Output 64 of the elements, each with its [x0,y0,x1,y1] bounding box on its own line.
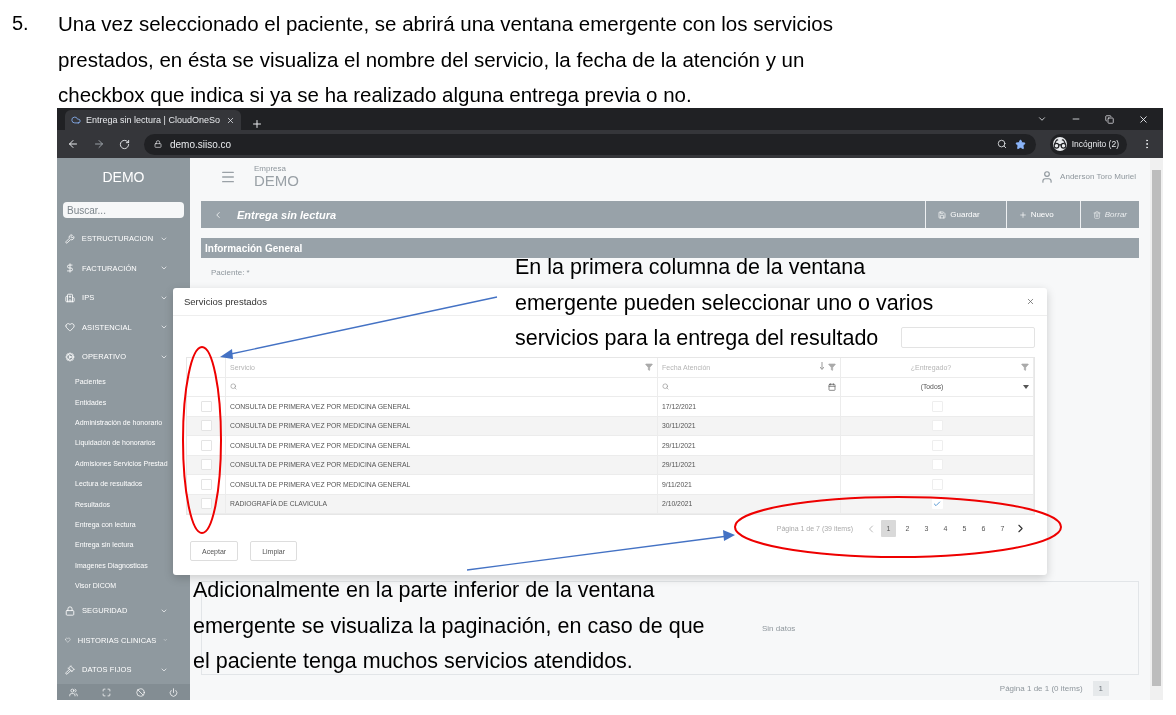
row-checkbox[interactable] [200,478,212,490]
logo: DEMO [101,167,146,187]
search-icon [662,383,669,391]
profile-button[interactable]: Incógnito (2) [1049,133,1127,155]
row-checkbox[interactable] [200,400,212,412]
search-field[interactable]: Buscar... [63,202,184,218]
section-header: Información General [201,238,1139,258]
user-name[interactable]: Anderson Toro Muriel [1060,172,1136,181]
star-icon[interactable] [1014,138,1026,150]
cloud-icon [71,115,81,125]
section-icon [65,605,75,616]
row-checkbox[interactable] [200,439,212,451]
filter-icon[interactable] [828,363,836,372]
company-label: Empresa [254,165,287,173]
field-label: Paciente: * [211,268,250,277]
dialog-title: Servicios prestados [184,296,267,307]
section-icon [65,664,75,675]
action-icon [938,210,947,219]
action-icon [1092,210,1101,219]
section-icon [65,292,75,303]
avatar-icon [1040,169,1055,184]
ban-icon[interactable] [135,687,145,697]
browser-tab[interactable]: Entrega sin lectura | CloudOneSo [65,110,241,130]
filter-field[interactable] [226,377,658,397]
search-field[interactable] [901,327,1035,348]
section-icon [65,351,75,362]
annotation-text: Adicionalmente en la parte inferior de la ventana emergente se visualiza la paginación, en caso de que el paciente tenga muchos servicios atendidos. [193,577,705,675]
filter-icon[interactable] [645,363,653,372]
search-icon [230,383,237,391]
tab-search-icon[interactable] [1037,114,1047,124]
dropdown-caret-icon [1023,384,1029,389]
page-title: Entrega sin lectura [237,208,337,221]
row-checkbox[interactable] [200,498,212,510]
close-icon[interactable] [1138,113,1149,125]
lock-icon [154,140,162,148]
pager-summary: Página 1 de 1 (0 items) [999,684,1083,694]
forward-icon[interactable] [93,138,105,150]
section-icon [65,233,75,244]
address-bar[interactable]: demo.siiso.co [144,133,1036,155]
row-checkbox[interactable] [200,420,212,432]
users-icon[interactable] [69,687,79,697]
filter-icon[interactable] [1021,363,1029,372]
page-button[interactable]: 1 [1092,681,1109,697]
close-icon[interactable] [226,115,235,125]
back-icon[interactable] [67,138,79,150]
zoom-icon[interactable] [996,139,1007,149]
chevron-icon [160,234,168,243]
incognito-icon [1052,137,1067,151]
filter-field[interactable] [658,377,841,397]
calendar-icon[interactable] [828,382,836,391]
reload-icon[interactable] [119,138,130,150]
section-icon [65,635,71,646]
action-icon [1018,210,1027,219]
section-icon [65,322,75,333]
fullscreen-icon[interactable] [102,687,112,697]
sort-icon [820,362,824,371]
company-name: DEMO [254,173,299,188]
restore-icon[interactable] [1105,114,1114,124]
power-icon[interactable] [168,687,178,697]
row-checkbox[interactable] [200,459,212,471]
scrollbar[interactable] [1150,158,1163,700]
step-number: 5. [12,11,30,36]
section-icon [65,263,75,274]
new-tab-icon[interactable] [251,118,263,130]
